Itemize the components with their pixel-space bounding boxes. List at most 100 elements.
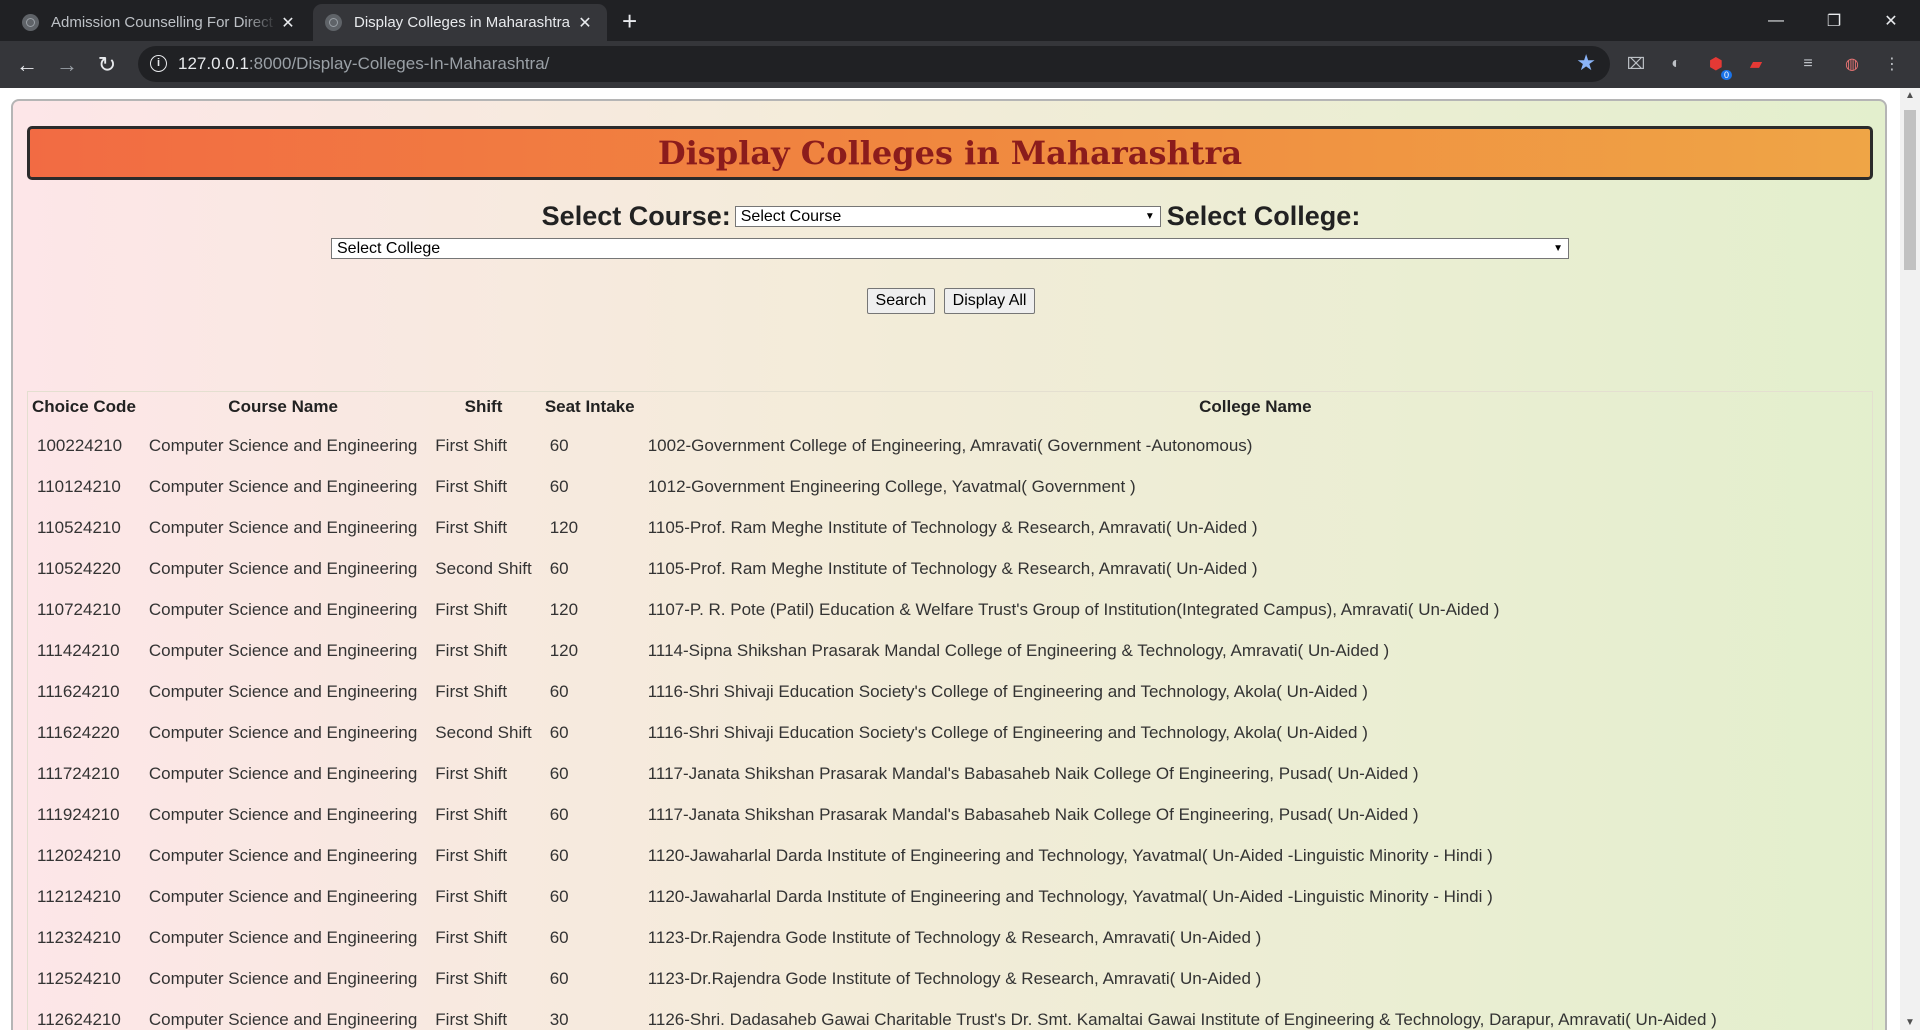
page-viewport: Display Colleges in Maharashtra Select C… (0, 88, 1900, 1030)
choice-code-cell: 111624220 (37, 722, 120, 742)
college-name-cell: 1105-Prof. Ram Meghe Institute of Techno… (647, 517, 1258, 537)
table-row: 110524210 Computer Science and Engineerin… (28, 507, 1873, 548)
scroll-down-icon[interactable]: ▼ (1905, 1017, 1915, 1028)
choice-code-cell: 112524210 (37, 968, 121, 988)
choice-code-cell: 110724210 (37, 599, 121, 619)
college-name-cell: 1123-Dr.Rajendra Gode Institute of Techn… (647, 927, 1262, 947)
course-label: Select Course: (541, 201, 731, 231)
course-name-cell: Computer Science and Engineering (148, 558, 418, 578)
course-name-cell: Computer Science and Engineering (148, 599, 418, 619)
page-container: Display Colleges in Maharashtra Select C… (11, 99, 1887, 1030)
seat-intake-cell: 60 (549, 763, 569, 783)
college-select[interactable]: Select College ▼ (331, 238, 1569, 259)
table-row: 112524210 Computer Science and Engineerin… (28, 958, 1873, 999)
college-name-cell: 1126-Shri. Dadasaheb Gawai Charitable Tr… (647, 1009, 1717, 1029)
course-name-cell: Computer Science and Engineering (148, 435, 418, 455)
profile-avatar[interactable]: ◍ (1840, 52, 1864, 76)
college-name-cell: 1002-Government College of Engineering, … (647, 435, 1253, 455)
table-row: 112624210 Computer Science and Engineerin… (28, 999, 1873, 1030)
tab-strip: Admission Counselling For Direct Second … (0, 0, 1920, 41)
tab-title: Display Colleges in Maharashtra (354, 14, 570, 31)
table-row: 100224210 Computer Science and Engineerin… (28, 425, 1873, 466)
seat-intake-cell: 60 (549, 558, 569, 578)
reload-button[interactable]: ↻ (90, 48, 124, 82)
table-row: 112124210 Computer Science and Engineerin… (28, 876, 1873, 917)
seat-intake-cell: 120 (549, 640, 579, 660)
table-header-row: Choice Code Course Name Shift Seat Intak… (28, 392, 1873, 426)
shift-cell: First Shift (435, 435, 508, 455)
seat-intake-cell: 60 (549, 927, 569, 947)
choice-code-cell: 110524220 (37, 558, 121, 578)
college-select-value: Select College (337, 239, 441, 257)
scrollbar-thumb[interactable] (1904, 110, 1916, 270)
url-text[interactable]: 127.0.0.1:8000/Display-Colleges-In-Mahar… (178, 54, 549, 74)
college-name-cell: 1117-Janata Shikshan Prasarak Mandal's B… (647, 804, 1419, 824)
back-button[interactable]: ← (10, 48, 44, 82)
colleges-table: Choice Code Course Name Shift Seat Intak… (27, 391, 1873, 1030)
table-row: 110524220 Computer Science and Engineerin… (28, 548, 1873, 589)
table-row: 110124210 Computer Science and Engineerin… (28, 466, 1873, 507)
table-row: 111924210 Computer Science and Engineerin… (28, 794, 1873, 835)
choice-code-cell: 100224210 (37, 435, 123, 455)
seat-intake-cell: 60 (549, 435, 569, 455)
search-button[interactable]: Search (866, 288, 936, 314)
course-name-cell: Computer Science and Engineering (148, 1009, 418, 1029)
extension-badge-icon[interactable]: ⬢ 0 (1704, 52, 1732, 80)
page-header: Display Colleges in Maharashtra (27, 126, 1873, 180)
course-name-cell: Computer Science and Engineering (148, 886, 418, 906)
table-row: 111424210 Computer Science and Engineerin… (28, 630, 1873, 671)
course-name-cell: Computer Science and Engineering (148, 763, 418, 783)
course-name-cell: Computer Science and Engineering (148, 804, 418, 824)
shift-cell: First Shift (435, 640, 508, 660)
filter-row: Select Course: Select Course ▼ Select Colle… (13, 201, 1889, 232)
info-icon[interactable]: i (150, 55, 167, 72)
table-row: 111624220 Computer Science and Engineerin… (28, 712, 1873, 753)
close-tab-icon[interactable]: ✕ (575, 13, 595, 33)
tab-display-colleges[interactable]: Display Colleges in Maharashtra ✕ (313, 4, 607, 41)
shift-cell: First Shift (435, 599, 508, 619)
page-title: Display Colleges in Maharashtra (657, 134, 1243, 172)
choice-code-cell: 112124210 (37, 886, 121, 906)
minimize-button[interactable]: ― (1747, 0, 1805, 41)
shift-cell: Second Shift (435, 558, 532, 578)
extension-badge-count: 0 (1720, 70, 1732, 80)
choice-code-cell: 111424210 (37, 640, 120, 660)
bookmark-star-icon[interactable]: ★ (1576, 50, 1596, 76)
course-name-cell: Computer Science and Engineering (148, 476, 418, 496)
header-choice-code: Choice Code (32, 397, 136, 416)
restore-button[interactable]: ❐ (1805, 0, 1863, 41)
extension-icon[interactable]: ◐ (1664, 52, 1688, 76)
scroll-up-icon[interactable]: ▲ (1905, 90, 1915, 101)
globe-icon (325, 14, 342, 31)
course-select[interactable]: Select Course ▼ (734, 206, 1161, 227)
shift-cell: First Shift (435, 968, 508, 988)
translate-icon[interactable]: ⌧ (1624, 52, 1648, 76)
tab-title: Admission Counselling For Direct Second … (51, 14, 278, 31)
menu-icon[interactable]: ⋮ (1880, 52, 1904, 76)
seat-intake-cell: 60 (549, 886, 569, 906)
close-window-button[interactable]: ✕ (1862, 0, 1920, 41)
course-name-cell: Computer Science and Engineering (148, 968, 418, 988)
college-label: Select College: (1166, 201, 1361, 231)
address-bar[interactable]: i 127.0.0.1:8000/Display-Colleges-In-Mah… (138, 46, 1610, 82)
globe-icon (22, 14, 39, 31)
course-select-value: Select Course (740, 207, 842, 225)
choice-code-cell: 111624210 (37, 681, 120, 701)
forward-button[interactable]: → (50, 48, 84, 82)
college-name-cell: 1012-Government Engineering College, Yav… (647, 476, 1136, 496)
course-name-cell: Computer Science and Engineering (148, 640, 418, 660)
media-control-icon[interactable]: ≡ (1796, 52, 1820, 76)
shift-cell: First Shift (435, 476, 508, 496)
shift-cell: First Shift (435, 763, 508, 783)
new-tab-button[interactable]: + (622, 6, 637, 36)
college-name-cell: 1123-Dr.Rajendra Gode Institute of Techn… (647, 968, 1262, 988)
header-shift: Shift (464, 397, 503, 416)
header-college-name: College Name (1199, 397, 1312, 416)
pdf-icon[interactable]: ▰ (1744, 52, 1768, 76)
college-name-cell: 1116-Shri Shivaji Education Society's Co… (647, 681, 1368, 701)
close-tab-icon[interactable]: ✕ (278, 13, 298, 33)
tab-admission-counselling[interactable]: Admission Counselling For Direct Second … (10, 4, 310, 41)
page-scrollbar[interactable]: ▲ ▼ (1900, 88, 1920, 1030)
display-all-button[interactable]: Display All (943, 288, 1036, 314)
action-buttons: Search Display All (13, 288, 1889, 314)
